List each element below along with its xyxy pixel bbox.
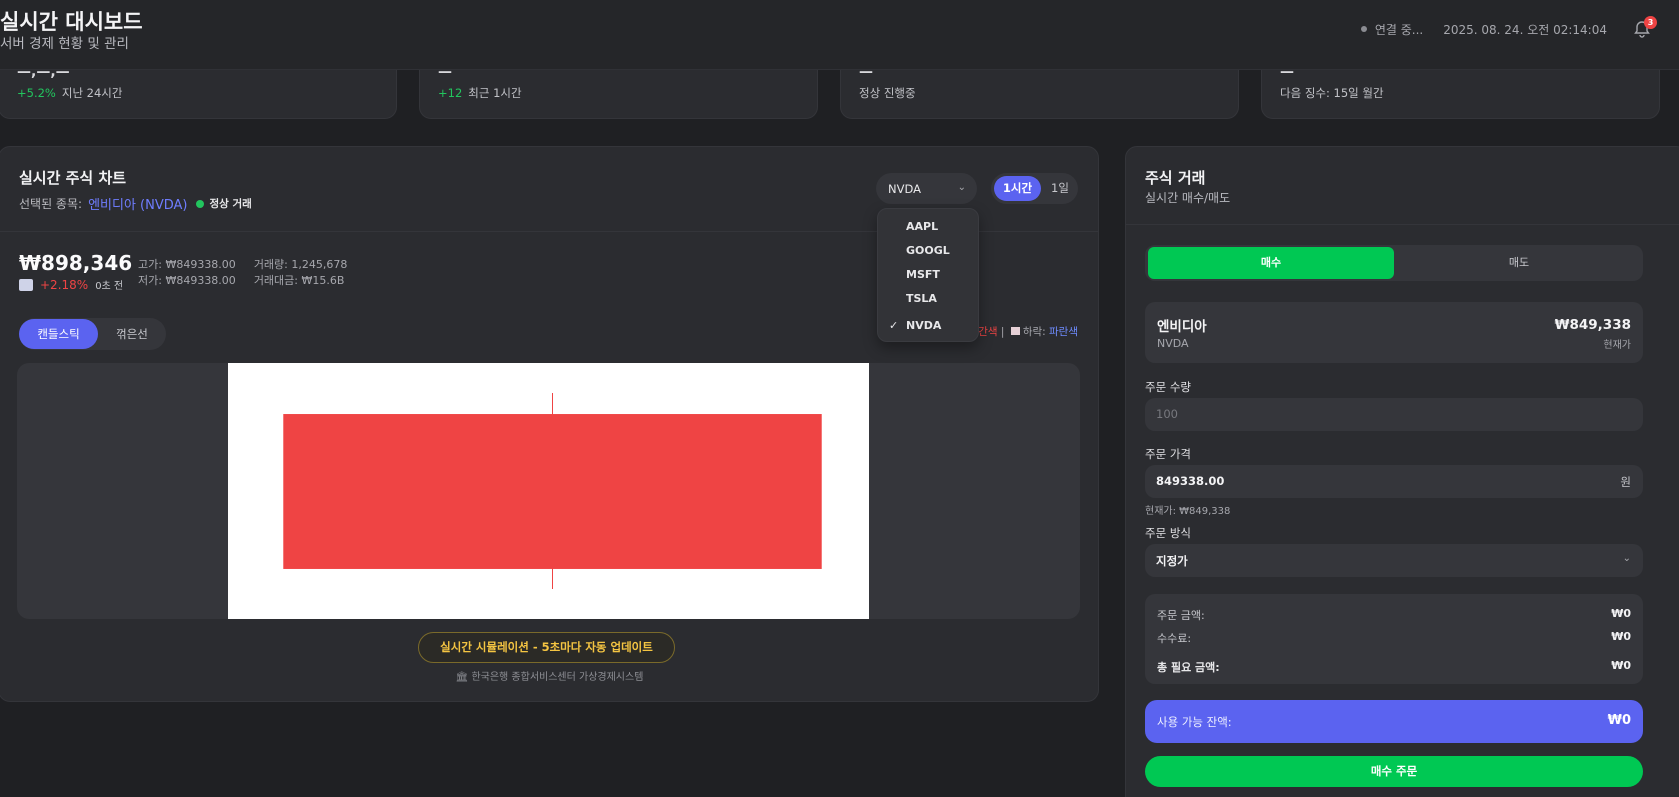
page-subtitle: 서버 경제 현황 및 관리 <box>0 36 129 52</box>
total-value: ₩0 <box>1611 659 1631 672</box>
order-method-value: 지정가 <box>1156 554 1188 568</box>
dropdown-option-tsla[interactable]: TSLA <box>906 292 937 305</box>
candlestick-chart <box>283 393 822 589</box>
price-change-row: +2.18% 0초 전 <box>19 277 123 292</box>
balance-value: ₩0 <box>1607 713 1631 728</box>
top-header: 실시간 대시보드 서버 경제 현황 및 관리 연결 중... 2025. 08.… <box>0 0 1679 70</box>
dropdown-option-googl[interactable]: GOOGL <box>906 244 950 257</box>
stat-label: 다음 징수: 15일 월간 <box>1280 86 1384 100</box>
chart-area <box>17 363 1080 619</box>
stat-label: 정상 진행중 <box>859 86 916 100</box>
trading-status: 정상 거래 <box>209 198 252 210</box>
turnover: 거래대금: ₩15.6B <box>253 274 345 287</box>
high-price: 고가: ₩849338.00 <box>138 258 236 271</box>
divider <box>1126 224 1679 225</box>
dropdown-option-aapl[interactable]: AAPL <box>906 220 938 233</box>
stat-label: 최근 1시간 <box>468 86 522 100</box>
order-amount-label: 주문 금액: <box>1157 609 1205 622</box>
current-price-hint: 현재가: ₩849,338 <box>1145 506 1231 517</box>
ticker-dropdown: AAPL GOOGL MSFT TSLA ✓ NVDA <box>877 208 979 342</box>
bell-icon[interactable]: 3 <box>1633 16 1657 38</box>
trade-subtitle: 실시간 매수/매도 <box>1145 191 1231 205</box>
period-1d-button[interactable]: 1일 <box>1043 176 1077 201</box>
updated-ago: 0초 전 <box>95 281 124 292</box>
total-label: 총 필요 금액: <box>1157 661 1220 674</box>
selected-label: 선택된 종목: <box>19 197 83 211</box>
stat-label: 지난 24시간 <box>61 86 123 100</box>
quantity-label: 주문 수량 <box>1145 380 1191 394</box>
datetime: 2025. 08. 24. 오전 02:14:04 <box>1443 22 1607 37</box>
legend-separator: | <box>1000 326 1005 338</box>
low-price: 저가: ₩849338.00 <box>138 274 236 287</box>
selected-stock-row: 선택된 종목: 엔비디아 (NVDA) 정상 거래 <box>19 194 252 213</box>
chart-type-toggle: 캔들스틱 꺾은선 <box>19 318 166 350</box>
simulation-button[interactable]: 실시간 시뮬레이션 - 5초마다 자동 업데이트 <box>418 632 675 663</box>
order-method-label: 주문 방식 <box>1145 526 1191 540</box>
order-price-value: 849338.00 <box>1156 474 1225 488</box>
order-price-label: 주문 가격 <box>1145 447 1191 461</box>
stock-name: 엔비디아 <box>1157 319 1207 335</box>
trade-panel: 주식 거래 실시간 매수/매도 매수 매도 엔비디아 NVDA ₩849,338… <box>1125 146 1679 797</box>
connection-dot-icon <box>1360 26 1367 32</box>
order-amount-value: ₩0 <box>1611 607 1631 620</box>
tab-sell[interactable]: 매도 <box>1397 247 1641 279</box>
submit-buy-order-button[interactable]: 매수 주문 <box>1145 756 1643 787</box>
stock-ticker: NVDA <box>1157 337 1189 350</box>
period-1h-button[interactable]: 1시간 <box>994 176 1041 201</box>
dropdown-option-nvda[interactable]: NVDA <box>906 319 941 332</box>
legend-up-text: 간색 <box>978 326 998 338</box>
selected-stock: 엔비디아 (NVDA) <box>88 198 188 213</box>
status-dot-icon <box>196 199 205 208</box>
legend-down-text: 파란색 <box>1049 326 1078 338</box>
header-status: 연결 중... 2025. 08. 24. 오전 02:14:04 3 <box>1360 16 1657 38</box>
price-unit: 원 <box>1620 475 1631 489</box>
line-chart-button[interactable]: 꺾은선 <box>102 319 162 349</box>
notification-badge: 3 <box>1644 16 1657 29</box>
stat-change: +12 <box>438 86 463 100</box>
balance-label: 사용 가능 잔액: <box>1157 715 1232 729</box>
legend-down-icon <box>1010 327 1020 335</box>
chart-canvas[interactable] <box>228 363 869 619</box>
stock-info-card: 엔비디아 NVDA ₩849,338 현재가 <box>1145 302 1643 363</box>
legend-down-label: 하락: <box>1022 326 1046 338</box>
current-price: ₩898,346 <box>19 251 133 275</box>
ticker-select-value: NVDA <box>888 182 921 196</box>
chart-legend: 간색 | 하락: 파란색 <box>978 324 1078 339</box>
fee-value: ₩0 <box>1611 630 1631 643</box>
volume: 거래량: 1,245,678 <box>253 258 348 271</box>
price-stats: 고가: ₩849338.00 거래량: 1,245,678 저가: ₩849338… <box>138 257 347 289</box>
chart-up-icon <box>19 278 33 291</box>
candle-body[interactable] <box>283 414 822 569</box>
buy-sell-tabs: 매수 매도 <box>1145 245 1643 281</box>
order-method-select[interactable]: 지정가 ⌄ <box>1145 544 1643 577</box>
available-balance: 사용 가능 잔액: ₩0 <box>1145 700 1643 743</box>
footer-note: 🏛 한국은행 종합서비스센터 가상경제시스템 <box>455 672 644 683</box>
chevron-down-icon: ⌄ <box>1622 553 1631 564</box>
check-icon: ✓ <box>889 319 899 332</box>
ticker-select[interactable]: NVDA ⌄ <box>876 173 977 204</box>
quantity-input[interactable]: 100 <box>1145 398 1643 431</box>
connection-status: 연결 중... <box>1374 22 1424 37</box>
period-toggle: 1시간 1일 <box>991 173 1078 204</box>
tab-buy[interactable]: 매수 <box>1148 247 1394 279</box>
chevron-down-icon: ⌄ <box>957 182 966 193</box>
change-percent: +2.18% <box>40 277 89 292</box>
order-summary: 주문 금액: ₩0 수수료: ₩0 총 필요 금액: ₩0 <box>1145 594 1643 684</box>
dropdown-option-msft[interactable]: MSFT <box>906 268 940 281</box>
stock-price-label: 현재가 <box>1603 340 1631 351</box>
chart-title: 실시간 주식 차트 <box>19 169 127 187</box>
trade-title: 주식 거래 <box>1145 169 1206 187</box>
fee-label: 수수료: <box>1157 632 1192 645</box>
order-price-input[interactable]: 849338.00 원 <box>1145 465 1643 498</box>
stock-price: ₩849,338 <box>1554 317 1631 333</box>
candlestick-button[interactable]: 캔들스틱 <box>19 319 98 349</box>
stat-change: +5.2% <box>17 86 56 100</box>
